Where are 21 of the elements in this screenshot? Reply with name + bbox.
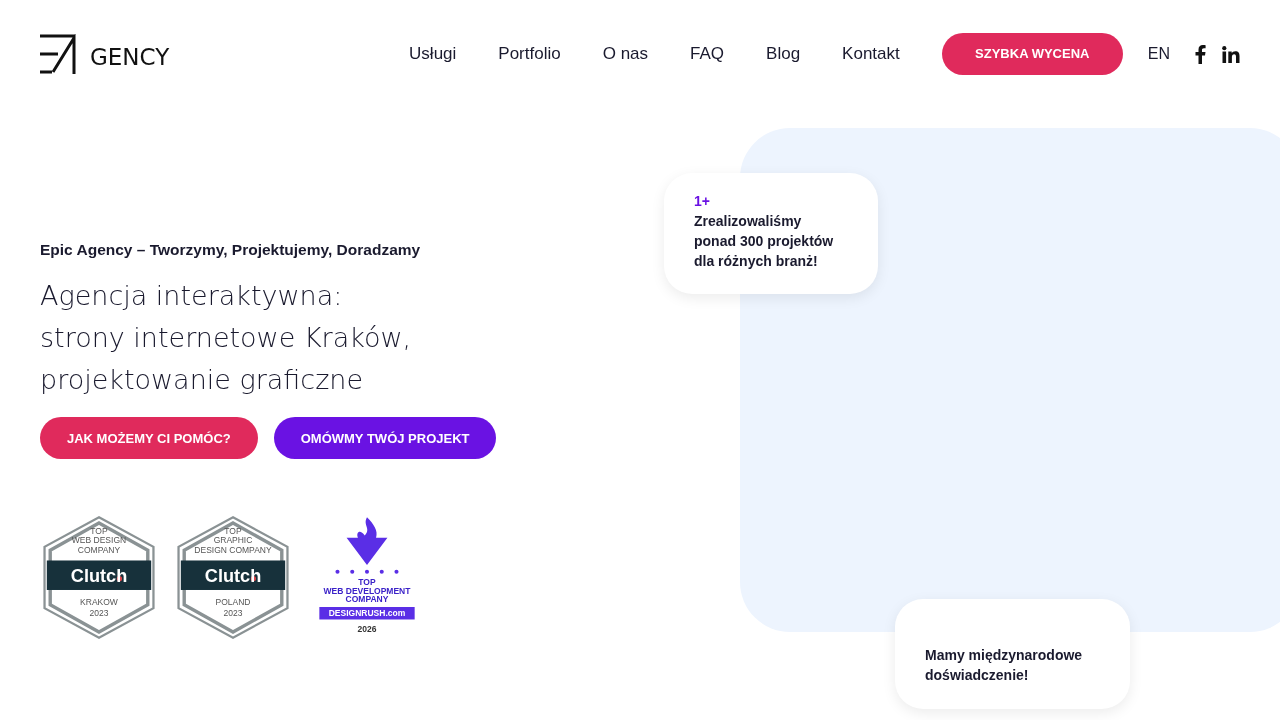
award-badge: TOP WEB DEVELOPMENT COMPANY DESIGNRUSH.com 2026: [308, 515, 426, 641]
award-badge: TOP WEB DESIGN COMPANY Clutch KRAKOW 2023: [40, 515, 158, 641]
card-text: Zrealizowaliśmy ponad 300 projektów dla różnych branż!: [694, 212, 835, 271]
nav-link[interactable]: Blog: [766, 41, 801, 67]
cta-button[interactable]: JAK MOŻEMY CI POMÓC?: [40, 417, 258, 460]
award-badge: TOP GRAPHIC DESIGN COMPANY Clutch POLAND 2023: [174, 515, 292, 641]
linkedin-icon[interactable]: [1222, 46, 1240, 64]
cta-button[interactable]: OMÓWMY TWÓJ PROJEKT: [273, 417, 497, 460]
nav-link[interactable]: Kontakt: [842, 41, 900, 67]
logo[interactable]: GENCY: [40, 34, 170, 74]
quote-button[interactable]: SZYBKA WYCENA: [941, 33, 1123, 75]
nav-link[interactable]: Usługi: [409, 41, 457, 67]
hero-tagline: Epic Agency – Tworzymy, Projektujemy, Doradzamy: [40, 240, 422, 260]
hero-heading: Agencja interaktywna: strony internetowe Kraków, projektowanie graficzne: [40, 279, 413, 398]
stat-number: 1+: [694, 192, 711, 211]
language-link[interactable]: EN: [1147, 42, 1170, 66]
card-text: Mamy międzynarodowe doświadczenie!: [925, 646, 1084, 685]
nav-link[interactable]: O nas: [602, 41, 649, 67]
nav-link[interactable]: Portfolio: [498, 41, 561, 67]
nav-link[interactable]: FAQ: [690, 41, 725, 67]
facebook-icon[interactable]: [1195, 45, 1206, 65]
